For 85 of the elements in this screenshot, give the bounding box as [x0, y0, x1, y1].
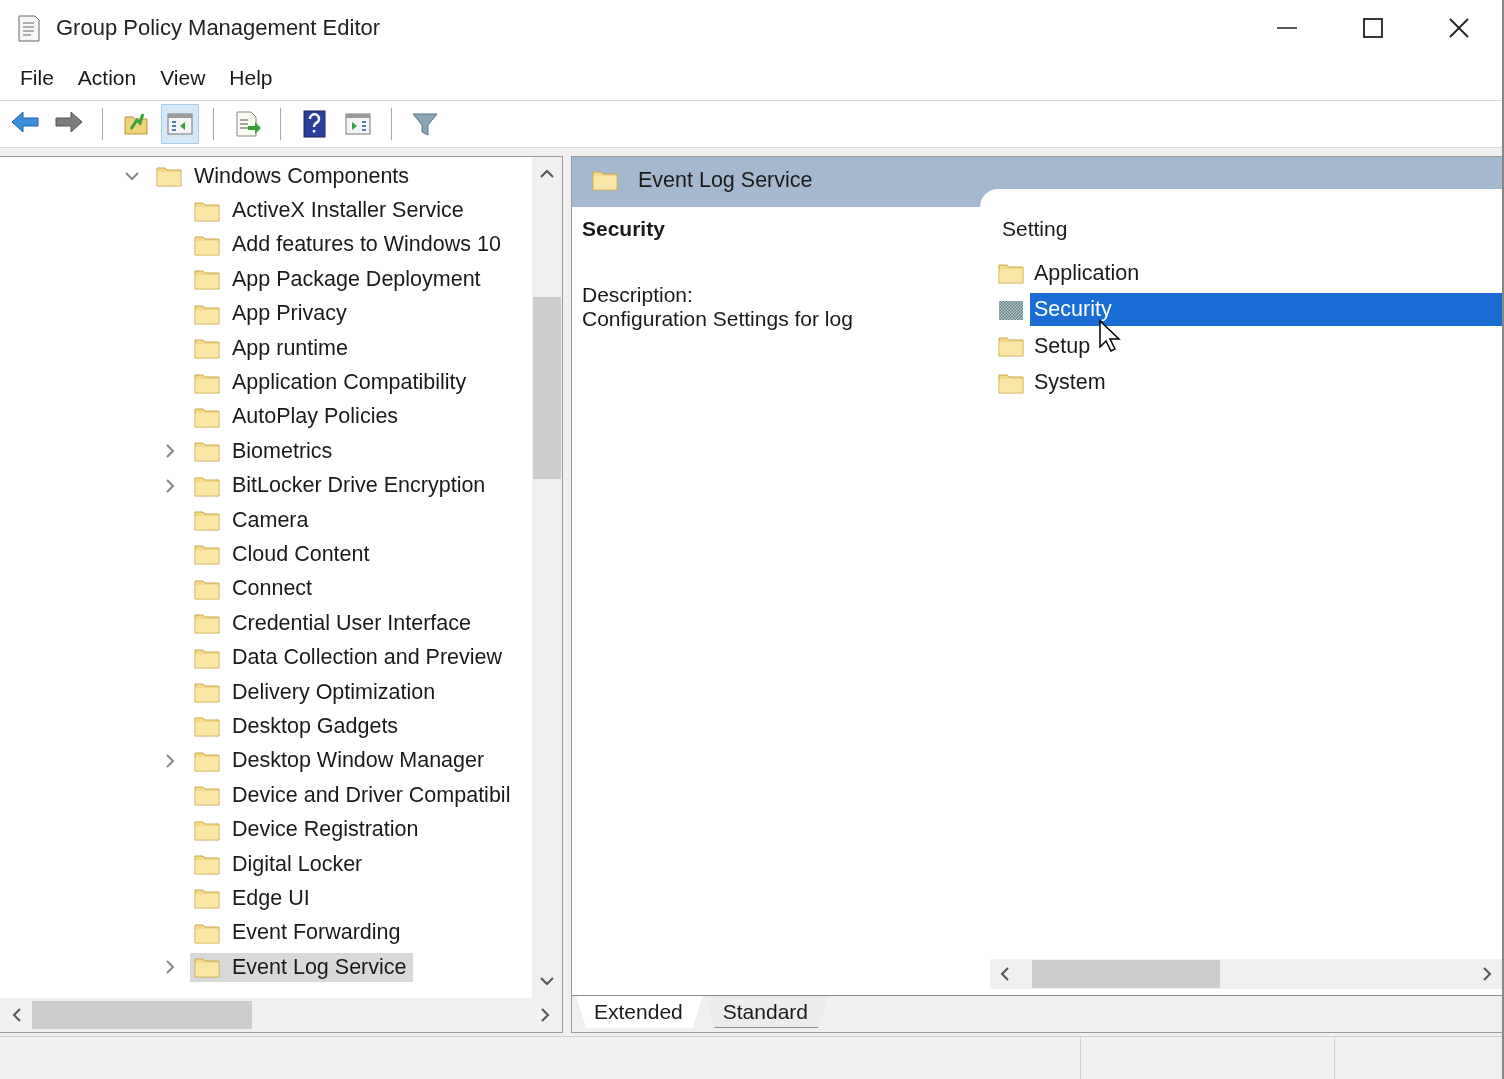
folder-icon — [194, 509, 220, 532]
description-text: Configuration Settings for log — [582, 307, 854, 331]
folder-icon — [194, 199, 220, 222]
close-icon — [1448, 17, 1470, 39]
tree-item[interactable]: Camera — [190, 505, 315, 535]
tree-item[interactable]: Digital Locker — [190, 849, 369, 879]
tree-item[interactable]: Windows Components — [152, 161, 416, 191]
window-title: Group Policy Management Editor — [56, 15, 382, 41]
tree-item[interactable]: Connect — [190, 574, 319, 604]
folder-icon — [194, 268, 220, 291]
tree-item[interactable]: Edge UI — [190, 883, 316, 913]
tree-item[interactable]: Desktop Window Manager — [190, 746, 491, 776]
scrollbar-thumb[interactable] — [32, 1001, 252, 1029]
view-tab[interactable]: Extended — [576, 996, 703, 1028]
expand-chevron-icon[interactable] — [163, 753, 177, 768]
folder-icon — [194, 646, 220, 669]
tree-item[interactable]: Device and Driver Compatibil — [190, 780, 517, 810]
folder-icon — [194, 337, 220, 360]
maximize-icon — [1362, 17, 1384, 39]
scrollbar-thumb[interactable] — [1032, 960, 1220, 988]
minimize-icon — [1276, 27, 1298, 29]
tree-item[interactable]: App Privacy — [190, 299, 353, 329]
menu-item[interactable]: Help — [217, 62, 285, 94]
folder-icon — [194, 853, 220, 875]
folder-icon — [194, 921, 220, 944]
scroll-right-icon[interactable] — [1480, 967, 1494, 981]
tree-item[interactable]: Cloud Content — [190, 540, 376, 569]
pane-header-title: Event Log Service — [638, 167, 813, 193]
folder-icon — [194, 818, 220, 841]
menu-item[interactable]: View — [148, 62, 218, 94]
scroll-left-icon[interactable] — [998, 967, 1012, 981]
folder-icon — [998, 335, 1024, 358]
list-item[interactable]: System — [990, 364, 1502, 401]
folder-icon — [592, 169, 618, 191]
item-title: Security — [582, 217, 666, 241]
scroll-right-icon[interactable] — [538, 1008, 552, 1022]
description-label: Description: — [582, 283, 694, 307]
folder-icon — [194, 784, 220, 807]
tree-item[interactable]: Application Compatibility — [190, 368, 473, 398]
document-icon — [16, 13, 42, 43]
folder-icon — [194, 715, 220, 738]
tree-item[interactable]: Event Log Service — [190, 952, 413, 982]
folder-icon — [194, 681, 220, 704]
folder-icon — [194, 749, 220, 772]
tree-item[interactable]: Delivery Optimization — [190, 677, 442, 707]
menu-item[interactable]: Action — [65, 62, 149, 94]
expand-chevron-icon[interactable] — [163, 478, 177, 493]
grid-folder-icon — [998, 298, 1024, 321]
tree-item[interactable]: Event Forwarding — [190, 918, 407, 948]
tree-item[interactable]: AutoPlay Policies — [190, 402, 405, 432]
scroll-down-icon[interactable] — [540, 974, 554, 988]
tree-item[interactable]: App runtime — [190, 333, 354, 363]
expand-chevron-icon[interactable] — [163, 444, 177, 459]
folder-icon — [194, 440, 220, 463]
folder-icon — [998, 262, 1024, 285]
tree-item[interactable]: ActiveX Installer Service — [190, 196, 470, 226]
tree-item[interactable]: Biometrics — [190, 436, 339, 466]
menu-item[interactable]: File — [8, 62, 66, 94]
tree-item[interactable]: Desktop Gadgets — [190, 711, 405, 741]
folder-icon — [194, 956, 220, 979]
folder-icon — [156, 165, 182, 188]
scroll-left-icon[interactable] — [10, 1008, 24, 1022]
list-item[interactable]: Application — [990, 255, 1502, 292]
tree-item[interactable]: Data Collection and Preview — [190, 643, 509, 673]
tree-item[interactable]: App Package Deployment — [190, 264, 487, 294]
folder-icon — [194, 302, 220, 325]
column-header[interactable]: Setting — [1002, 217, 1068, 240]
folder-icon — [194, 543, 220, 566]
tree-item[interactable]: Device Registration — [190, 815, 425, 845]
tree-item[interactable]: BitLocker Drive Encryption — [190, 471, 492, 501]
scrollbar-thumb[interactable] — [533, 296, 561, 479]
tree-item[interactable]: Add features to Windows 10 — [190, 230, 507, 260]
folder-icon — [194, 405, 220, 428]
folder-icon — [194, 371, 220, 394]
folder-icon — [194, 612, 220, 635]
folder-icon — [998, 371, 1024, 394]
list-item[interactable]: Setup — [990, 328, 1502, 365]
folder-icon — [194, 887, 220, 910]
tree-item[interactable]: Credential User Interface — [190, 608, 477, 638]
folder-icon — [194, 577, 220, 600]
folder-icon — [194, 474, 220, 497]
view-tab[interactable]: Standard — [704, 996, 828, 1028]
mouse-cursor-icon — [1098, 319, 1122, 353]
expand-chevron-icon[interactable] — [163, 960, 177, 975]
folder-icon — [194, 233, 220, 256]
